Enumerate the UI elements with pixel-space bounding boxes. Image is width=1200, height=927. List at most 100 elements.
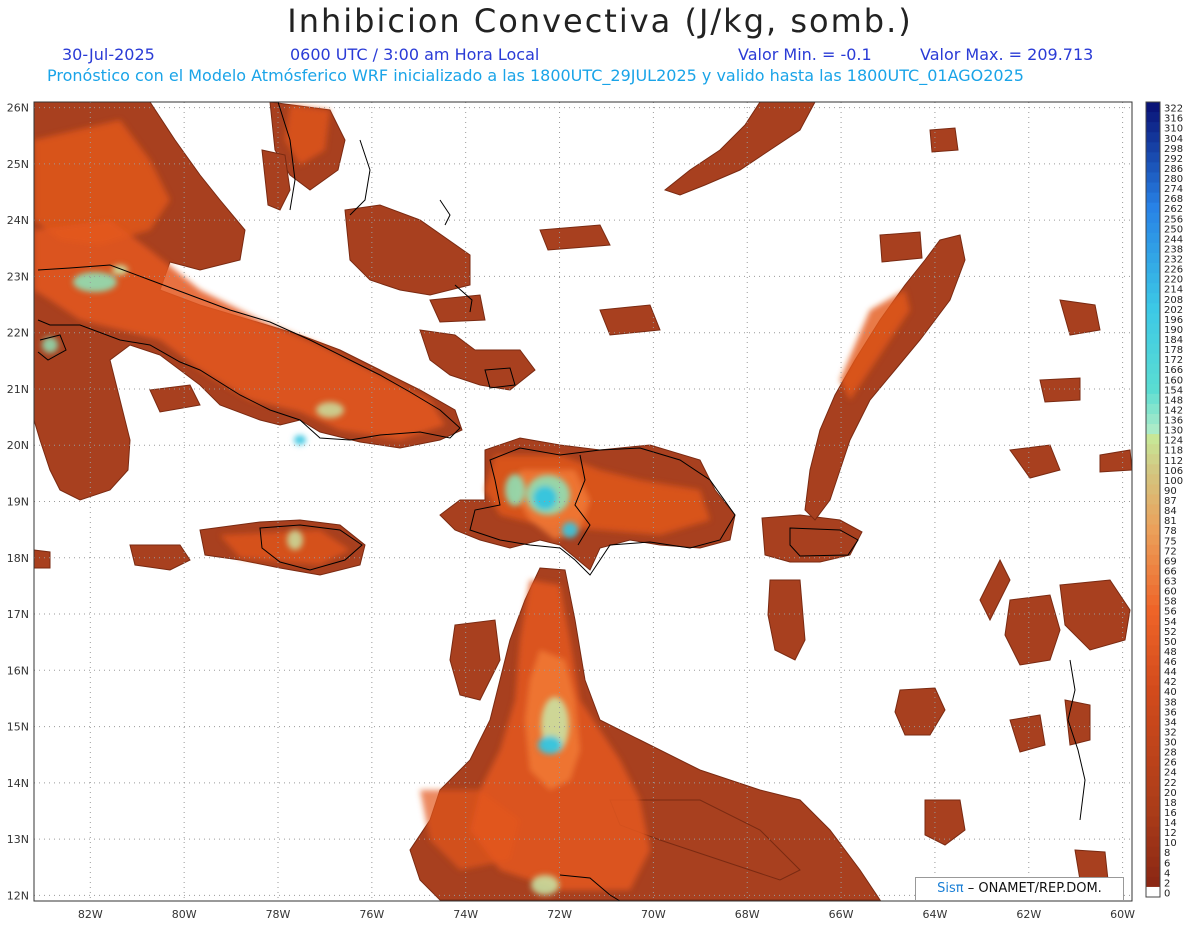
colorbar-swatch xyxy=(1146,816,1160,828)
colorbar-swatch xyxy=(1146,162,1160,173)
colorbar-swatch xyxy=(1146,836,1160,848)
colorbar-swatch xyxy=(1146,182,1160,194)
colorbar-swatch xyxy=(1146,705,1160,717)
colorbar-swatch xyxy=(1146,122,1160,133)
colorbar-swatch xyxy=(1146,142,1160,153)
lon-tick-label: 78W xyxy=(266,908,291,921)
colorbar-swatch xyxy=(1146,806,1160,817)
colorbar-swatch xyxy=(1146,675,1160,687)
lat-tick-label: 15N xyxy=(7,721,29,734)
colorbar-swatch xyxy=(1146,605,1160,616)
lat-tick-label: 22N xyxy=(7,327,29,340)
colorbar-swatch xyxy=(1146,715,1160,727)
colorbar-swatch xyxy=(1146,434,1160,445)
colorbar-swatch xyxy=(1146,102,1160,113)
colorbar-swatch xyxy=(1146,655,1160,667)
lat-tick-label: 16N xyxy=(7,664,29,677)
colorbar-swatch xyxy=(1146,615,1160,626)
field-andros xyxy=(261,149,291,211)
field-cell-14 xyxy=(1099,449,1132,473)
colorbar-swatch xyxy=(1146,363,1160,375)
colorbar: 3223163103042982922862802742682622562502… xyxy=(1145,101,1183,900)
colorbar-swatch xyxy=(1146,474,1160,485)
field-cell-10 xyxy=(1059,299,1101,336)
colorbar-swatch xyxy=(1146,524,1160,536)
lon-tick-label: 76W xyxy=(359,908,384,921)
field-cell-5 xyxy=(1009,714,1046,753)
lat-tick-label: 12N xyxy=(7,889,29,902)
colorbar-swatch xyxy=(1146,695,1160,707)
field-central-bahamas xyxy=(344,204,471,296)
colorbar-swatch xyxy=(1146,776,1160,787)
field-cell-1 xyxy=(894,687,946,736)
colorbar-swatch xyxy=(1146,514,1160,526)
colorbar-swatch xyxy=(1146,886,1160,898)
lon-tick-label: 62W xyxy=(1016,908,1041,921)
field-cell-2 xyxy=(1004,594,1061,666)
lat-tick-label: 21N xyxy=(7,383,29,396)
colorbar-swatch xyxy=(1146,252,1160,264)
colorbar-swatch xyxy=(1146,786,1160,797)
colorbar-swatch xyxy=(1146,585,1160,596)
lat-tick-label: 14N xyxy=(7,777,29,790)
field-cell-8 xyxy=(767,579,806,661)
colorbar-swatch xyxy=(1146,746,1160,757)
coast-bahamas-2 xyxy=(439,199,451,226)
lon-tick-label: 66W xyxy=(829,908,854,921)
colorbar-swatch xyxy=(1146,112,1160,123)
field-cell-12 xyxy=(879,231,923,263)
colorbar-swatch xyxy=(1146,383,1160,395)
lon-tick-label: 68W xyxy=(735,908,760,921)
colorbar-swatch xyxy=(1146,725,1160,737)
colorbar-swatch xyxy=(1146,554,1160,566)
colorbar-swatch xyxy=(1146,866,1160,878)
lat-tick-label: 26N xyxy=(7,102,29,115)
colorbar-swatch xyxy=(1146,635,1160,646)
colorbar-swatch xyxy=(1146,333,1160,345)
colorbar-label: 0 xyxy=(1164,889,1170,900)
field-bahamas-se xyxy=(419,329,536,391)
colorbar-swatch xyxy=(1146,192,1160,204)
colorbar-swatch xyxy=(1146,212,1160,224)
colorbar-swatch xyxy=(1146,424,1160,435)
colorbar-swatch xyxy=(1146,464,1160,475)
colorbar-swatch xyxy=(1146,665,1160,677)
field-cell-11 xyxy=(1039,377,1081,403)
field-south-left xyxy=(449,619,501,701)
colorbar-swatch xyxy=(1146,323,1160,334)
lat-tick-label: 20N xyxy=(7,439,29,452)
colorbar-swatch xyxy=(1146,856,1160,868)
field-east-diagonal xyxy=(804,234,966,521)
colorbar-swatch xyxy=(1146,343,1160,355)
colorbar-swatch xyxy=(1146,313,1160,324)
colorbar-swatch xyxy=(1146,595,1160,606)
field-cell-17 xyxy=(429,294,486,323)
colorbar-swatch xyxy=(1146,625,1160,636)
lon-tick-label: 80W xyxy=(172,908,197,921)
lon-tick-label: 74W xyxy=(453,908,478,921)
colorbar-swatch xyxy=(1146,735,1160,747)
colorbar-swatch xyxy=(1146,444,1160,455)
field-cell-9 xyxy=(1009,444,1061,479)
colorbar-swatch xyxy=(1146,756,1160,767)
field-cell-20 xyxy=(34,549,51,569)
colorbar-swatch xyxy=(1146,393,1160,405)
colorbar-swatch xyxy=(1146,826,1160,838)
colorbar-swatch xyxy=(1146,484,1160,495)
colorbar-swatch xyxy=(1146,454,1160,465)
lon-tick-label: 72W xyxy=(547,908,572,921)
colorbar-swatch xyxy=(1146,846,1160,858)
colorbar-swatch xyxy=(1146,564,1160,576)
lon-tick-label: 60W xyxy=(1110,908,1135,921)
field-cell-4 xyxy=(924,799,966,846)
colorbar-swatch xyxy=(1146,766,1160,777)
field-cell-18 xyxy=(599,304,661,336)
field-east-upper xyxy=(663,102,816,196)
colorbar-swatch xyxy=(1146,534,1160,546)
field-cell-13 xyxy=(929,127,959,153)
colorbar-swatch xyxy=(1146,222,1160,234)
colorbar-swatch xyxy=(1146,494,1160,506)
field-cell-3 xyxy=(1059,579,1131,651)
colorbar-swatch xyxy=(1146,172,1160,184)
colorbar-swatch xyxy=(1146,232,1160,244)
